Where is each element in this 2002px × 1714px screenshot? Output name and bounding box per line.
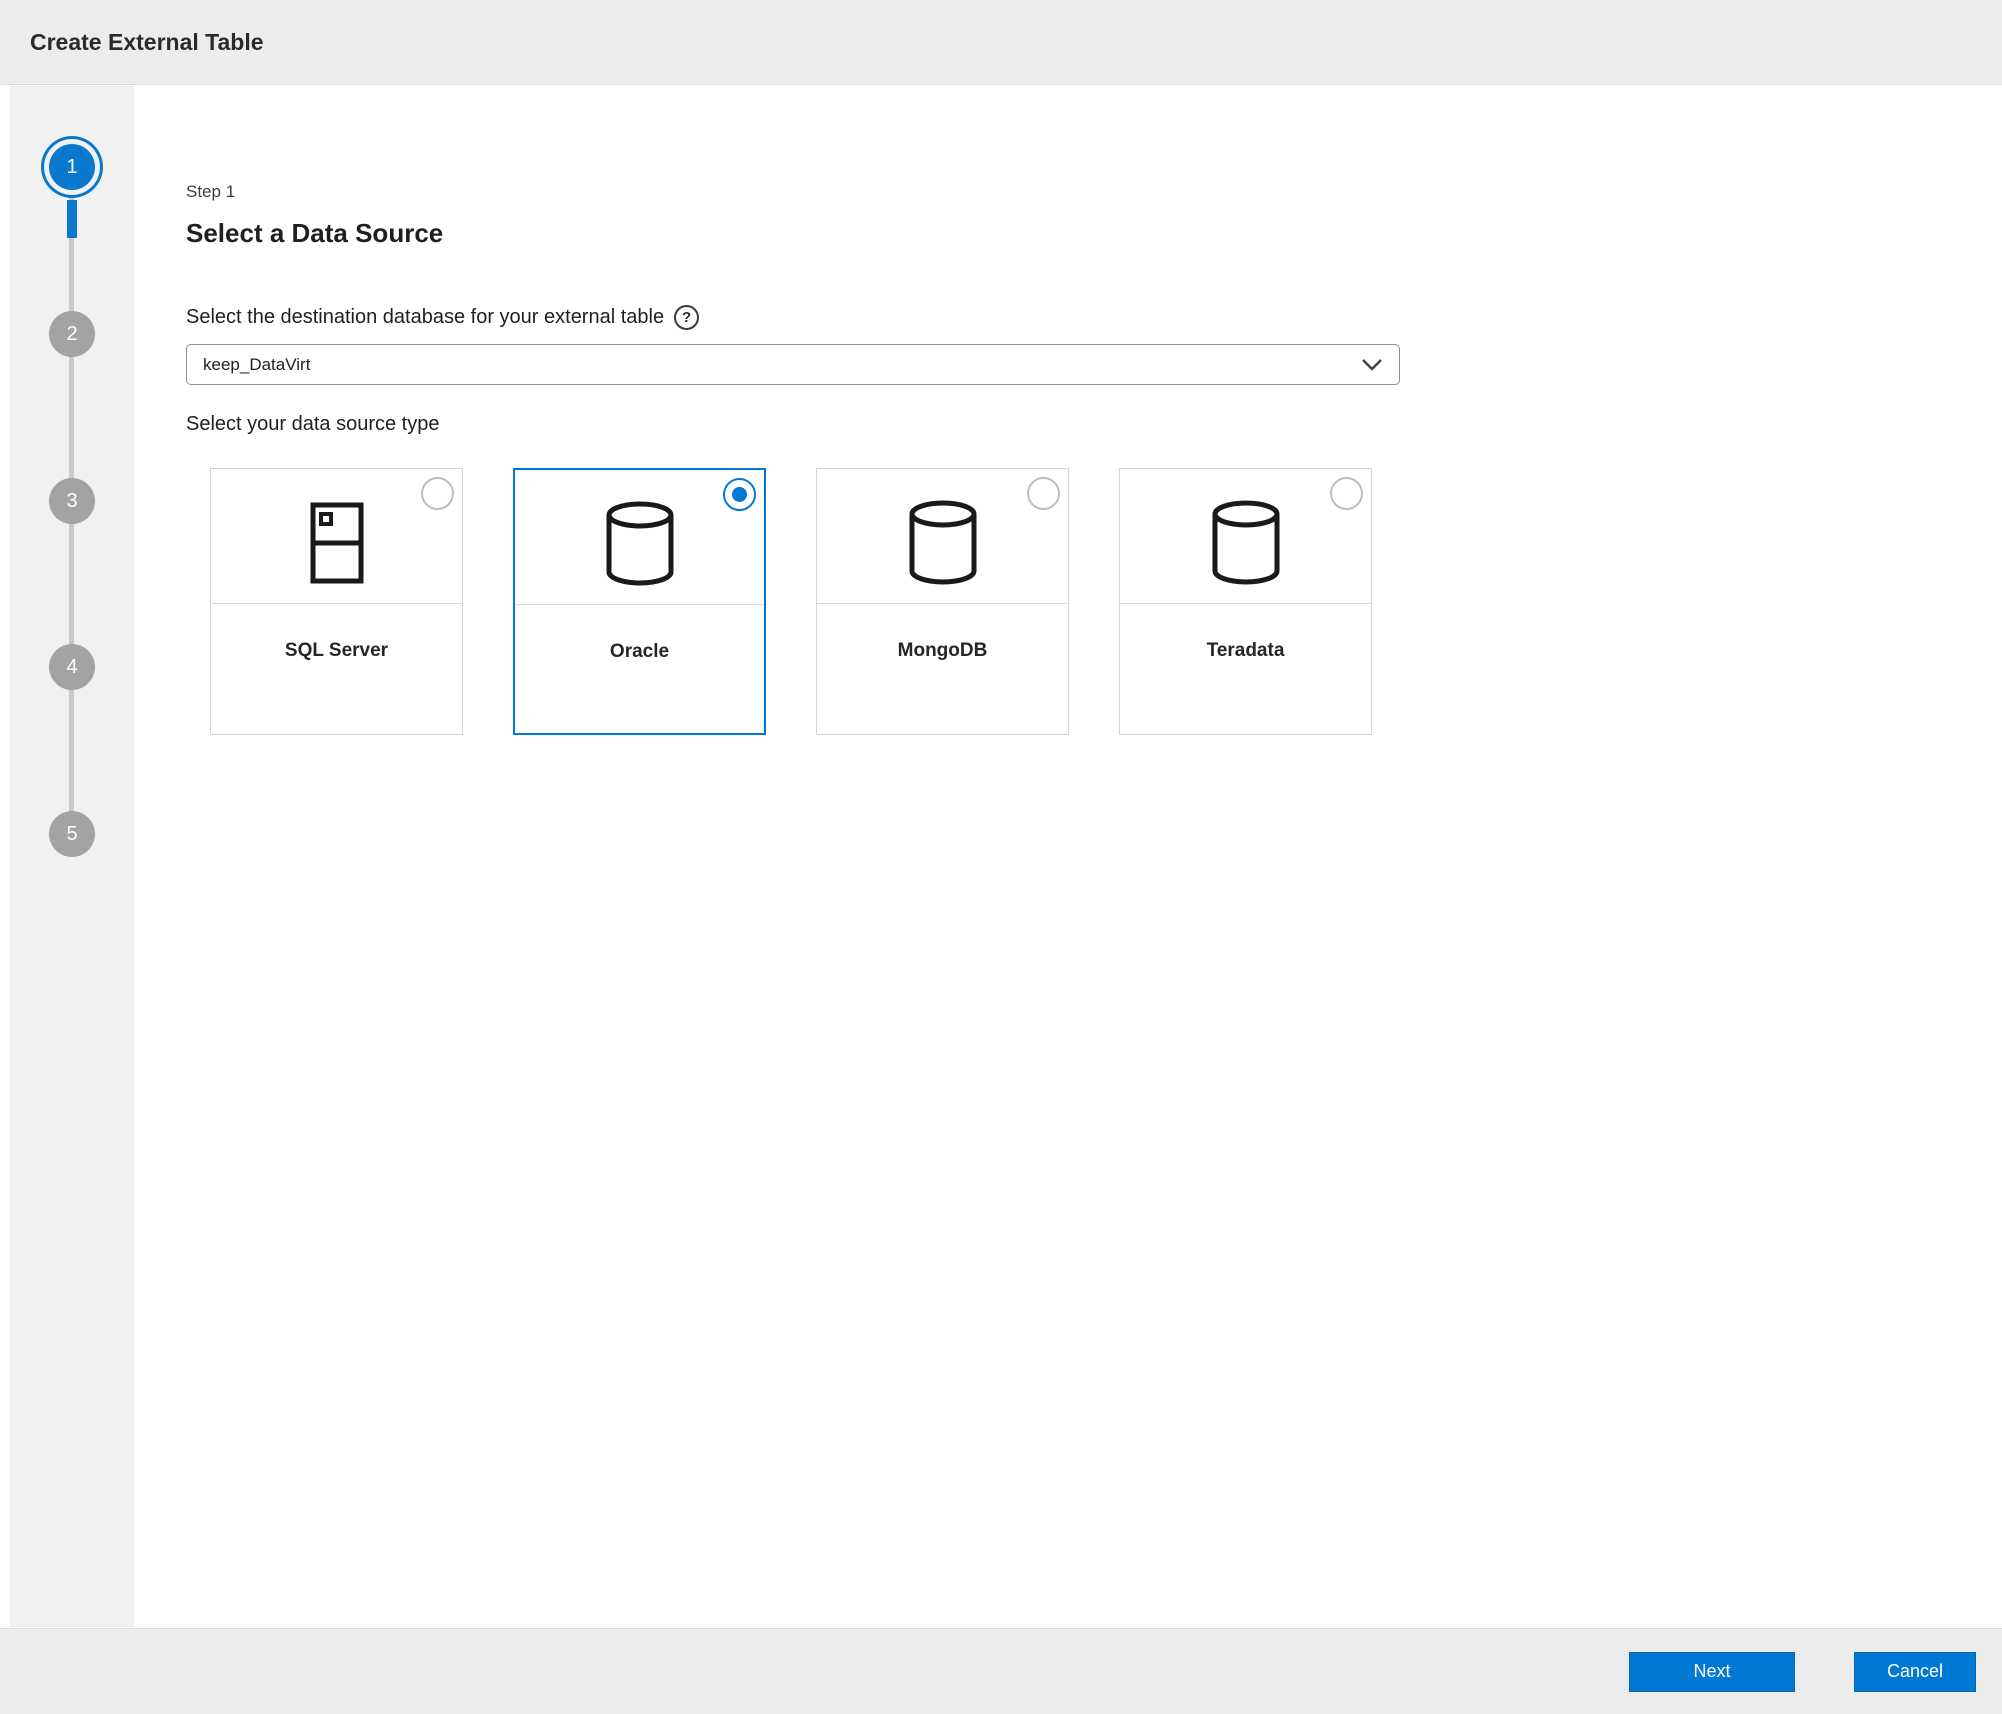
step-indicator-5[interactable]: 5 (49, 811, 95, 857)
destination-database-value: keep_DataVirt (203, 355, 310, 375)
data-source-cards: SQL Server Oracle (210, 468, 1962, 735)
radio-button-mongodb[interactable] (1027, 477, 1060, 510)
data-source-name: MongoDB (817, 640, 1068, 662)
chevron-down-icon (1361, 358, 1383, 371)
step-number: 3 (66, 490, 77, 513)
step-number: 1 (66, 156, 77, 179)
step-indicator-4[interactable]: 4 (49, 644, 95, 690)
wizard-body: 1 2 3 4 5 Step 1 Select a Data Source Se… (0, 86, 2002, 1627)
stepper-progress-segment (67, 200, 77, 238)
card-divider (817, 603, 1068, 604)
next-button[interactable]: Next (1629, 1652, 1795, 1692)
data-source-name: SQL Server (211, 640, 462, 662)
step-indicator-1[interactable]: 1 (49, 144, 95, 190)
create-external-table-wizard: { "colors": { "accent": "#0078d4" }, "he… (0, 0, 2002, 1714)
step-indicator-2[interactable]: 2 (49, 311, 95, 357)
radio-button-teradata[interactable] (1330, 477, 1363, 510)
destination-database-dropdown[interactable]: keep_DataVirt (186, 344, 1400, 385)
step-number: 2 (66, 323, 77, 346)
data-source-card-mongodb[interactable]: MongoDB (816, 468, 1069, 735)
wizard-footer: Next Cancel (0, 1628, 2002, 1714)
wizard-header: Create External Table (0, 0, 2002, 85)
data-source-card-teradata[interactable]: Teradata (1119, 468, 1372, 735)
page-title: Create External Table (30, 29, 264, 56)
card-divider (211, 603, 462, 604)
step-number: 4 (66, 656, 77, 679)
card-divider (1120, 603, 1371, 604)
radio-button-sql-server[interactable] (421, 477, 454, 510)
help-icon[interactable]: ? (674, 305, 699, 330)
data-source-name: Teradata (1120, 640, 1371, 662)
step-title: Select a Data Source (186, 218, 1962, 249)
stepper-sidebar: 1 2 3 4 5 (10, 86, 134, 1627)
cancel-button[interactable]: Cancel (1854, 1652, 1976, 1692)
destination-database-label: Select the destination database for your… (186, 306, 664, 329)
data-source-name: Oracle (515, 641, 764, 663)
source-type-label: Select your data source type (186, 413, 1962, 436)
step-content-panel: Step 1 Select a Data Source Select the d… (134, 86, 2002, 1627)
data-source-card-oracle[interactable]: Oracle (513, 468, 766, 735)
step-label: Step 1 (186, 182, 1962, 202)
step-number: 5 (66, 823, 77, 846)
step-indicator-3[interactable]: 3 (49, 478, 95, 524)
radio-button-oracle[interactable] (723, 478, 756, 511)
data-source-card-sql-server[interactable]: SQL Server (210, 468, 463, 735)
card-divider (515, 604, 764, 605)
